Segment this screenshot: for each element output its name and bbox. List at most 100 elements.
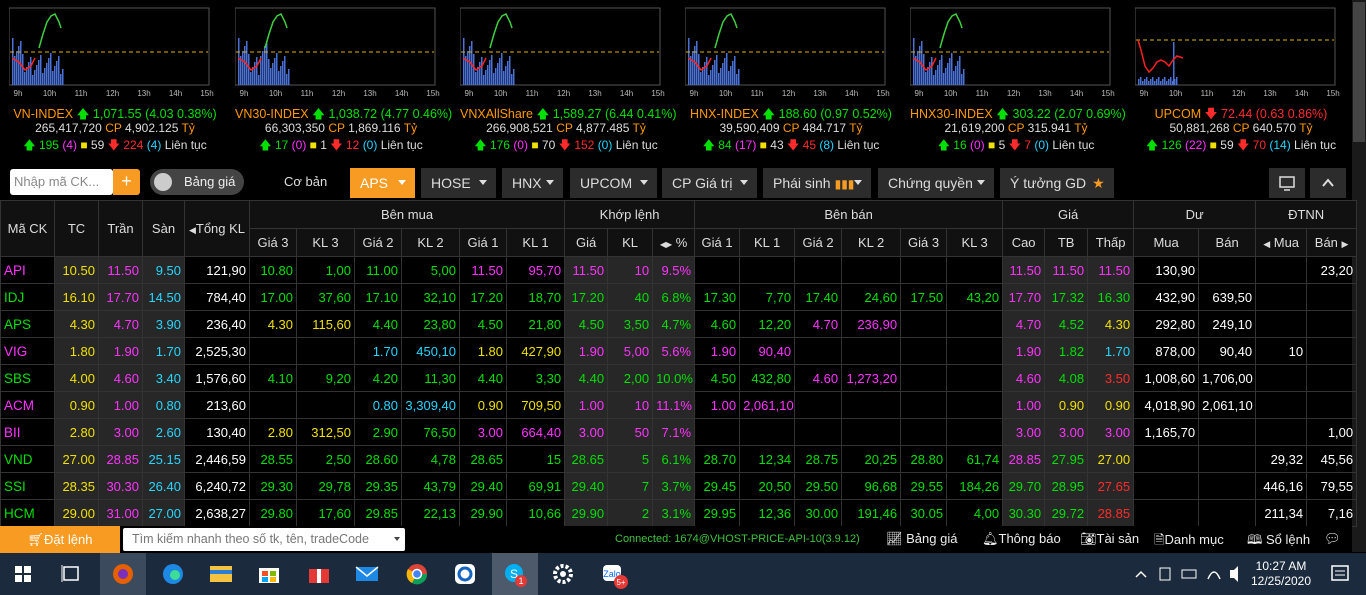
cell-buy-p1[interactable]: 29.90 xyxy=(459,499,507,527)
cell-match-vol[interactable]: 10 xyxy=(607,256,654,284)
taskbar-clock[interactable]: 10:27 AM 12/25/2020 xyxy=(1248,559,1314,589)
link-portfolio[interactable]: 🗎Danh mục xyxy=(1154,531,1224,553)
cell-buy-v1[interactable]: 427,90 xyxy=(505,337,566,365)
cell-sell-v2[interactable]: 191,46 xyxy=(841,499,902,527)
gift-icon[interactable] xyxy=(296,553,342,595)
cell-buy-v2[interactable]: 11,30 xyxy=(401,364,460,392)
cell-foreign-buy[interactable] xyxy=(1255,418,1308,446)
cell-res-buy[interactable]: 4,018,90 xyxy=(1133,391,1200,419)
cell-ref[interactable]: 1.80 xyxy=(54,337,99,365)
cell-buy-v3[interactable]: 9,20 xyxy=(296,364,355,392)
cell-symbol[interactable]: APS xyxy=(0,310,55,338)
cell-floor[interactable]: 14.50 xyxy=(142,283,185,311)
cell-buy-v2[interactable]: 23,80 xyxy=(401,310,460,338)
cell-avg[interactable]: 4.52 xyxy=(1044,310,1089,338)
cell-res-buy[interactable]: 432,90 xyxy=(1133,283,1200,311)
cell-avg[interactable]: 28.95 xyxy=(1044,472,1089,500)
tab-aps[interactable]: APS xyxy=(350,168,415,198)
cell-match-price[interactable]: 29.40 xyxy=(564,472,609,500)
cell-foreign-buy[interactable] xyxy=(1255,391,1308,419)
cell-high[interactable]: 17.70 xyxy=(1002,283,1046,311)
cell-match-pct[interactable]: 5.6% xyxy=(652,337,696,365)
system-tray[interactable] xyxy=(1130,553,1260,595)
cell-buy-p2[interactable]: 1.70 xyxy=(354,337,402,365)
cell-total-volume[interactable]: 121,90 xyxy=(184,256,250,284)
cell-buy-p2[interactable]: 28.60 xyxy=(354,445,402,473)
cell-buy-p1[interactable]: 3.00 xyxy=(459,418,507,446)
cell-foreign-buy[interactable] xyxy=(1255,256,1308,284)
cell-buy-p3[interactable]: 17.00 xyxy=(249,283,297,311)
cell-sell-v3[interactable]: 4,00 xyxy=(946,499,1004,527)
cell-sell-v3[interactable] xyxy=(946,418,1004,446)
cell-sell-p1[interactable]: 17.30 xyxy=(694,283,741,311)
task-view-icon[interactable] xyxy=(48,553,94,595)
cell-match-price[interactable]: 1.90 xyxy=(564,337,609,365)
cell-sell-p3[interactable] xyxy=(900,337,948,365)
cell-res-sell[interactable] xyxy=(1198,445,1257,473)
col-sell-p2[interactable]: Giá 2 xyxy=(794,228,843,257)
cell-high[interactable]: 3.00 xyxy=(1002,418,1046,446)
cell-ceil[interactable]: 1.90 xyxy=(98,337,143,365)
cell-buy-p3[interactable]: 29.80 xyxy=(249,499,297,527)
cell-symbol[interactable]: IDJ xyxy=(0,283,55,311)
index-card-hnx-index[interactable]: 9h 10h 11h 12h 13h 14h 15h HNX-INDEX 🡅 188.60 (… xyxy=(685,0,910,158)
cell-floor[interactable]: 2.60 xyxy=(142,418,185,446)
cell-ref[interactable]: 27.00 xyxy=(54,445,99,473)
cell-ceil[interactable]: 30.30 xyxy=(98,472,143,500)
cell-ref[interactable]: 2.80 xyxy=(54,418,99,446)
col-floor[interactable]: Sàn xyxy=(142,200,185,257)
cell-buy-v2[interactable]: 450,10 xyxy=(401,337,460,365)
col-buy-p3[interactable]: Giá 3 xyxy=(249,228,297,257)
cell-high[interactable]: 29.70 xyxy=(1002,472,1046,500)
notifications-icon[interactable] xyxy=(1318,553,1364,595)
cell-avg[interactable]: 11.50 xyxy=(1044,256,1089,284)
cell-ceil[interactable]: 4.70 xyxy=(98,310,143,338)
file-explorer-icon[interactable] xyxy=(198,553,244,595)
col-sell-v2[interactable]: KL 2 xyxy=(841,228,902,257)
cell-res-buy[interactable] xyxy=(1133,472,1200,500)
cell-foreign-buy[interactable]: 446,16 xyxy=(1255,472,1308,500)
cell-sell-p3[interactable]: 29.55 xyxy=(900,472,948,500)
cell-buy-p1[interactable]: 1.80 xyxy=(459,337,507,365)
cell-sell-p3[interactable]: 28.80 xyxy=(900,445,948,473)
chat-icon[interactable]: 💬︎ xyxy=(1324,531,1341,547)
cell-sell-v2[interactable]: 24,60 xyxy=(841,283,902,311)
cell-total-volume[interactable]: 2,446,59 xyxy=(184,445,250,473)
cell-ref[interactable]: 29.00 xyxy=(54,499,99,527)
cell-ceil[interactable]: 3.00 xyxy=(98,418,143,446)
cell-res-buy[interactable] xyxy=(1133,499,1200,527)
index-card-vn30-index[interactable]: 9h 10h 11h 12h 13h 14h 15h VN30-INDEX 🡅 1,038.7… xyxy=(235,0,460,158)
cell-match-vol[interactable]: 2,00 xyxy=(607,364,654,392)
cell-sell-v1[interactable] xyxy=(739,256,796,284)
cell-symbol[interactable]: VIG xyxy=(0,337,55,365)
cell-buy-p2[interactable]: 17.10 xyxy=(354,283,402,311)
cell-total-volume[interactable]: 1,576,60 xyxy=(184,364,250,392)
index-card-upcom[interactable]: 9h 10h 11h 12h 13h 14h 15h UPCOM 🡇 72.44 (0.63 … xyxy=(1135,0,1360,158)
cell-sell-v1[interactable]: 12,34 xyxy=(739,445,796,473)
cell-sell-p1[interactable]: 28.70 xyxy=(694,445,741,473)
cell-buy-v3[interactable]: 115,60 xyxy=(296,310,355,338)
cell-high[interactable]: 28.85 xyxy=(1002,445,1046,473)
cell-floor[interactable]: 26.40 xyxy=(142,472,185,500)
cell-sell-p2[interactable]: 29.50 xyxy=(794,472,843,500)
cell-match-price[interactable]: 3.00 xyxy=(564,418,609,446)
cell-sell-p3[interactable] xyxy=(900,418,948,446)
cell-avg[interactable]: 3.00 xyxy=(1044,418,1089,446)
col-match-price[interactable]: Giá xyxy=(564,228,609,257)
cell-res-sell[interactable]: 639,50 xyxy=(1198,283,1257,311)
cell-sell-p1[interactable] xyxy=(694,256,741,284)
cell-res-sell[interactable] xyxy=(1198,499,1257,527)
cell-avg[interactable]: 29.72 xyxy=(1044,499,1089,527)
stock-row-ssi[interactable]: SSI 28.35 30.30 26.40 6,240,72 29.30 29,78 29.3… xyxy=(0,472,1358,500)
cell-low[interactable]: 28.85 xyxy=(1087,499,1135,527)
cell-buy-p1[interactable]: 28.65 xyxy=(459,445,507,473)
tab-hnx[interactable]: HNX xyxy=(502,168,563,198)
cell-sell-p3[interactable] xyxy=(900,391,948,419)
store-icon[interactable] xyxy=(246,553,292,595)
cell-ceil[interactable]: 1.00 xyxy=(98,391,143,419)
cell-sell-p3[interactable] xyxy=(900,256,948,284)
cell-floor[interactable]: 1.70 xyxy=(142,337,185,365)
cell-total-volume[interactable]: 2,638,27 xyxy=(184,499,250,527)
cell-ref[interactable]: 4.00 xyxy=(54,364,99,392)
cell-buy-p3[interactable]: 2.80 xyxy=(249,418,297,446)
